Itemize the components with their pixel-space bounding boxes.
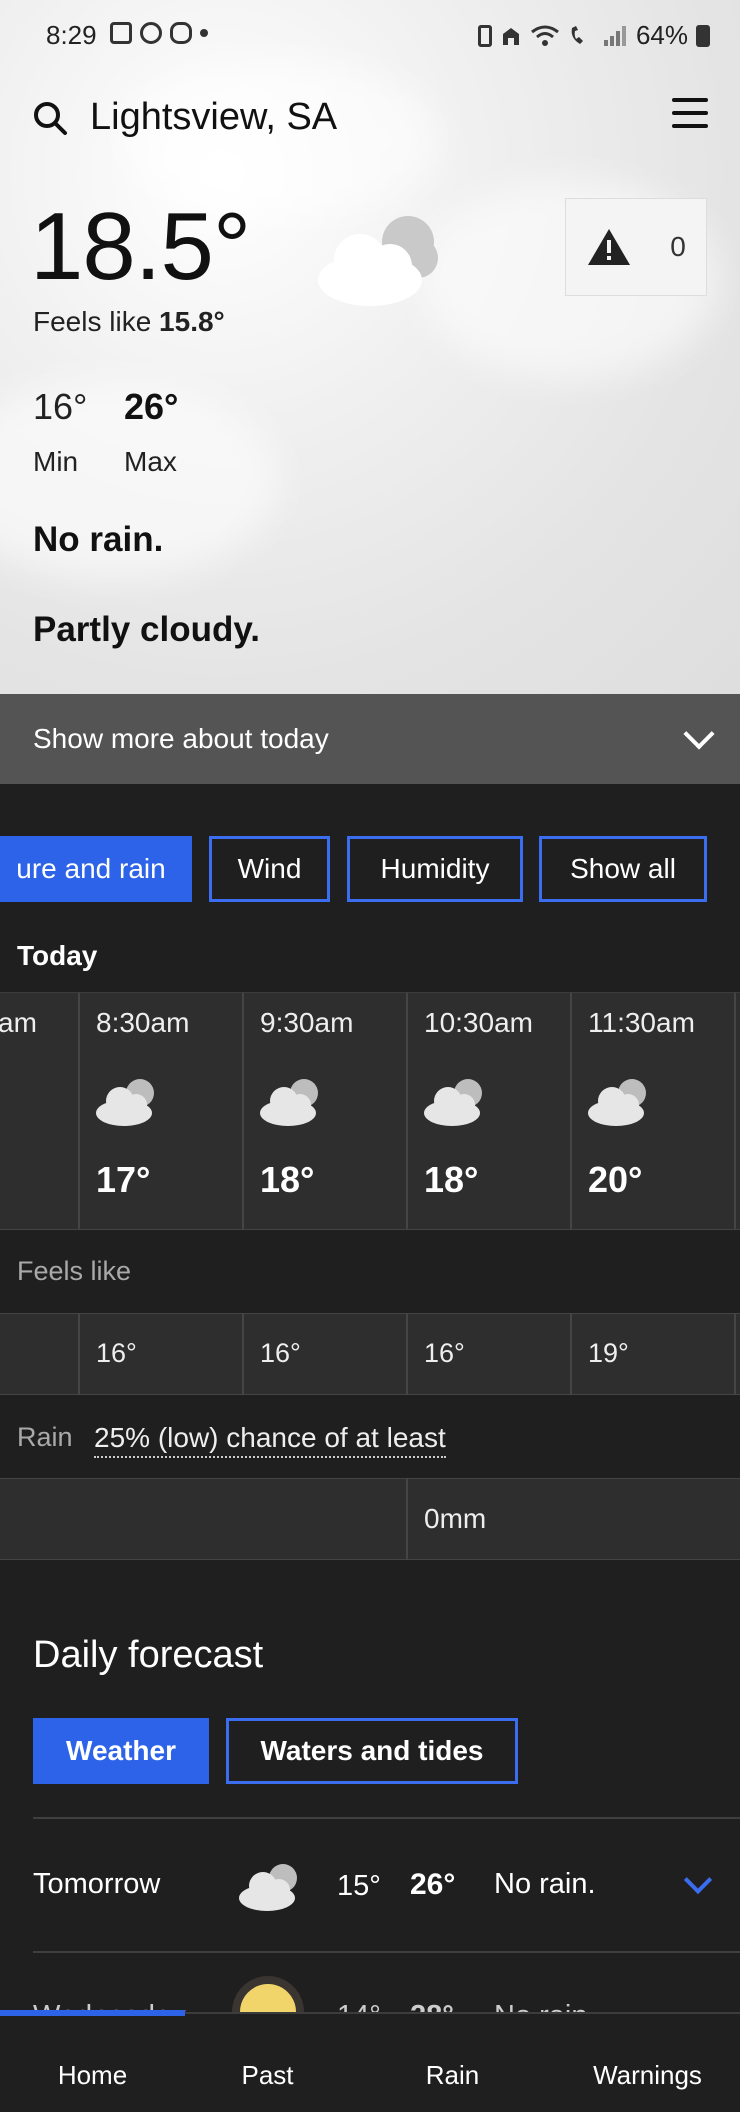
day-max: 26° bbox=[410, 1868, 456, 1901]
max-temperature: 26° bbox=[124, 386, 179, 427]
tab-show-all[interactable]: Show all bbox=[539, 836, 707, 902]
status-time: 8:29 bbox=[46, 20, 97, 50]
chevron-down-icon[interactable] bbox=[683, 1865, 713, 1895]
hour-time: am bbox=[0, 1007, 37, 1038]
day-description: No rain. bbox=[494, 1868, 596, 1900]
tab-weather[interactable]: Weather bbox=[33, 1718, 209, 1784]
cloudy-icon bbox=[424, 1079, 482, 1126]
partly-cloudy-icon bbox=[318, 216, 438, 306]
chrome-icon bbox=[140, 22, 162, 44]
home-icon bbox=[502, 27, 519, 45]
daily-forecast-title: Daily forecast bbox=[33, 1634, 264, 1676]
more-notifications-icon bbox=[200, 29, 208, 37]
system-icons: 64% bbox=[477, 20, 710, 51]
battery-icon bbox=[696, 24, 710, 47]
hour-temperature: 18° bbox=[424, 1159, 479, 1200]
gallery-icon bbox=[110, 22, 132, 44]
feels-like-value: 16° bbox=[260, 1338, 301, 1368]
hour-temperature: 18° bbox=[260, 1159, 315, 1200]
tab-waters-and-tides[interactable]: Waters and tides bbox=[226, 1718, 518, 1784]
battery-saver-icon bbox=[477, 24, 492, 47]
feels-like-cell: 16° bbox=[242, 1314, 406, 1394]
cloudy-icon bbox=[96, 1079, 154, 1126]
hourly-column-partial: am bbox=[0, 993, 78, 1229]
feels-like-cell: 16° bbox=[406, 1314, 570, 1394]
rain-row-label: Rain bbox=[17, 1422, 73, 1452]
chevron-down-icon bbox=[683, 718, 715, 750]
warnings-button[interactable]: 0 bbox=[565, 198, 707, 296]
hour-temperature: 17° bbox=[96, 1159, 151, 1200]
feels-like-value: 16° bbox=[424, 1338, 465, 1368]
nav-active-indicator bbox=[0, 2010, 185, 2016]
hourly-column: 8:30am 17° bbox=[78, 993, 242, 1229]
hourly-day-label: Today bbox=[17, 940, 98, 971]
hourly-column-edge bbox=[734, 993, 740, 1229]
show-more-label: Show more about today bbox=[33, 723, 329, 754]
menu-icon[interactable] bbox=[672, 98, 708, 128]
bottom-navigation: Home Past Rain Warnings bbox=[0, 2010, 740, 2112]
search-icon[interactable] bbox=[32, 100, 68, 136]
divider bbox=[33, 1951, 740, 1953]
notification-icons bbox=[110, 22, 208, 44]
daily-row-tomorrow[interactable]: Tomorrow 15° 26° No rain. bbox=[0, 1818, 740, 1952]
hourly-column: 10:30am 18° bbox=[406, 993, 570, 1229]
max-label: Max bbox=[124, 446, 177, 477]
min-temperature: 16° bbox=[33, 386, 88, 427]
tab-temperature-and-rain[interactable]: ure and rain bbox=[0, 836, 192, 902]
hourly-column: 11:30am 20° bbox=[570, 993, 734, 1229]
current-temperature: 18.5° bbox=[30, 193, 251, 300]
feels-like-row-label: Feels like bbox=[17, 1256, 132, 1286]
feels-like-cell: 16° bbox=[78, 1314, 242, 1394]
rain-chance-link[interactable]: 25% (low) chance of at least bbox=[94, 1422, 446, 1458]
hour-time: 11:30am bbox=[588, 1007, 695, 1038]
wifi-icon bbox=[531, 25, 559, 46]
menu-line bbox=[672, 98, 708, 102]
sunny-icon bbox=[240, 1984, 296, 2014]
tab-wind[interactable]: Wind bbox=[209, 836, 330, 902]
cloudy-icon bbox=[588, 1079, 646, 1126]
hourly-forecast-row[interactable]: am 8:30am 17° 9:30am 18° 10:30am 18° 11:… bbox=[0, 992, 740, 1230]
day-name: Tomorrow bbox=[33, 1868, 161, 1900]
location-name[interactable]: Lightsview, SA bbox=[90, 96, 337, 139]
hour-time: 8:30am bbox=[96, 1007, 190, 1038]
warnings-count: 0 bbox=[670, 231, 686, 262]
menu-line bbox=[672, 124, 708, 128]
wifi-calling-icon bbox=[571, 25, 583, 44]
daily-row-wednesday[interactable]: Wednesday 14° 28° No rain. bbox=[0, 1954, 740, 2014]
nav-rain[interactable]: Rain bbox=[360, 2060, 545, 2091]
sky-summary: Partly cloudy. bbox=[33, 610, 260, 649]
min-label: Min bbox=[33, 446, 79, 477]
feels-like-row: 16° 16° 16° 19° bbox=[0, 1313, 740, 1395]
feels-like-value: 16° bbox=[96, 1338, 137, 1368]
current-conditions-panel: 8:29 64% Lightsview, SA 18.5° Feels like… bbox=[0, 0, 740, 694]
feels-like-cell-edge bbox=[734, 1314, 740, 1394]
pinwheel-icon bbox=[170, 22, 192, 44]
tab-humidity[interactable]: Humidity bbox=[347, 836, 523, 902]
nav-home[interactable]: Home bbox=[0, 2060, 185, 2091]
cloudy-icon bbox=[260, 1079, 318, 1126]
cloudy-icon bbox=[239, 1864, 297, 1911]
feels-like-value: 15.8° bbox=[159, 306, 225, 337]
signal-icon bbox=[603, 25, 626, 46]
show-more-today-button[interactable]: Show more about today bbox=[0, 694, 740, 784]
hour-time: 9:30am bbox=[260, 1007, 354, 1038]
hour-temperature: 20° bbox=[588, 1159, 643, 1200]
feels-like-label: Feels like bbox=[33, 306, 152, 337]
menu-line bbox=[672, 111, 708, 115]
hour-time: 10:30am bbox=[424, 1007, 533, 1038]
nav-warnings[interactable]: Warnings bbox=[555, 2060, 740, 2091]
rain-amount-cell: 0mm bbox=[406, 1479, 740, 1559]
battery-percentage: 64% bbox=[635, 20, 688, 50]
rain-amount-row: 0mm bbox=[0, 1478, 740, 1560]
status-bar: 8:29 64% bbox=[0, 0, 740, 72]
hourly-column: 9:30am 18° bbox=[242, 993, 406, 1229]
rain-summary: No rain. bbox=[33, 520, 164, 559]
feels-like-value: 19° bbox=[588, 1338, 629, 1368]
rain-amount-value: 0mm bbox=[424, 1503, 487, 1534]
feels-like-cell: 19° bbox=[570, 1314, 734, 1394]
day-min: 15° bbox=[337, 1870, 381, 1902]
feels-like: Feels like 15.8° bbox=[33, 306, 225, 338]
warning-icon bbox=[588, 229, 631, 265]
nav-past[interactable]: Past bbox=[175, 2060, 360, 2091]
